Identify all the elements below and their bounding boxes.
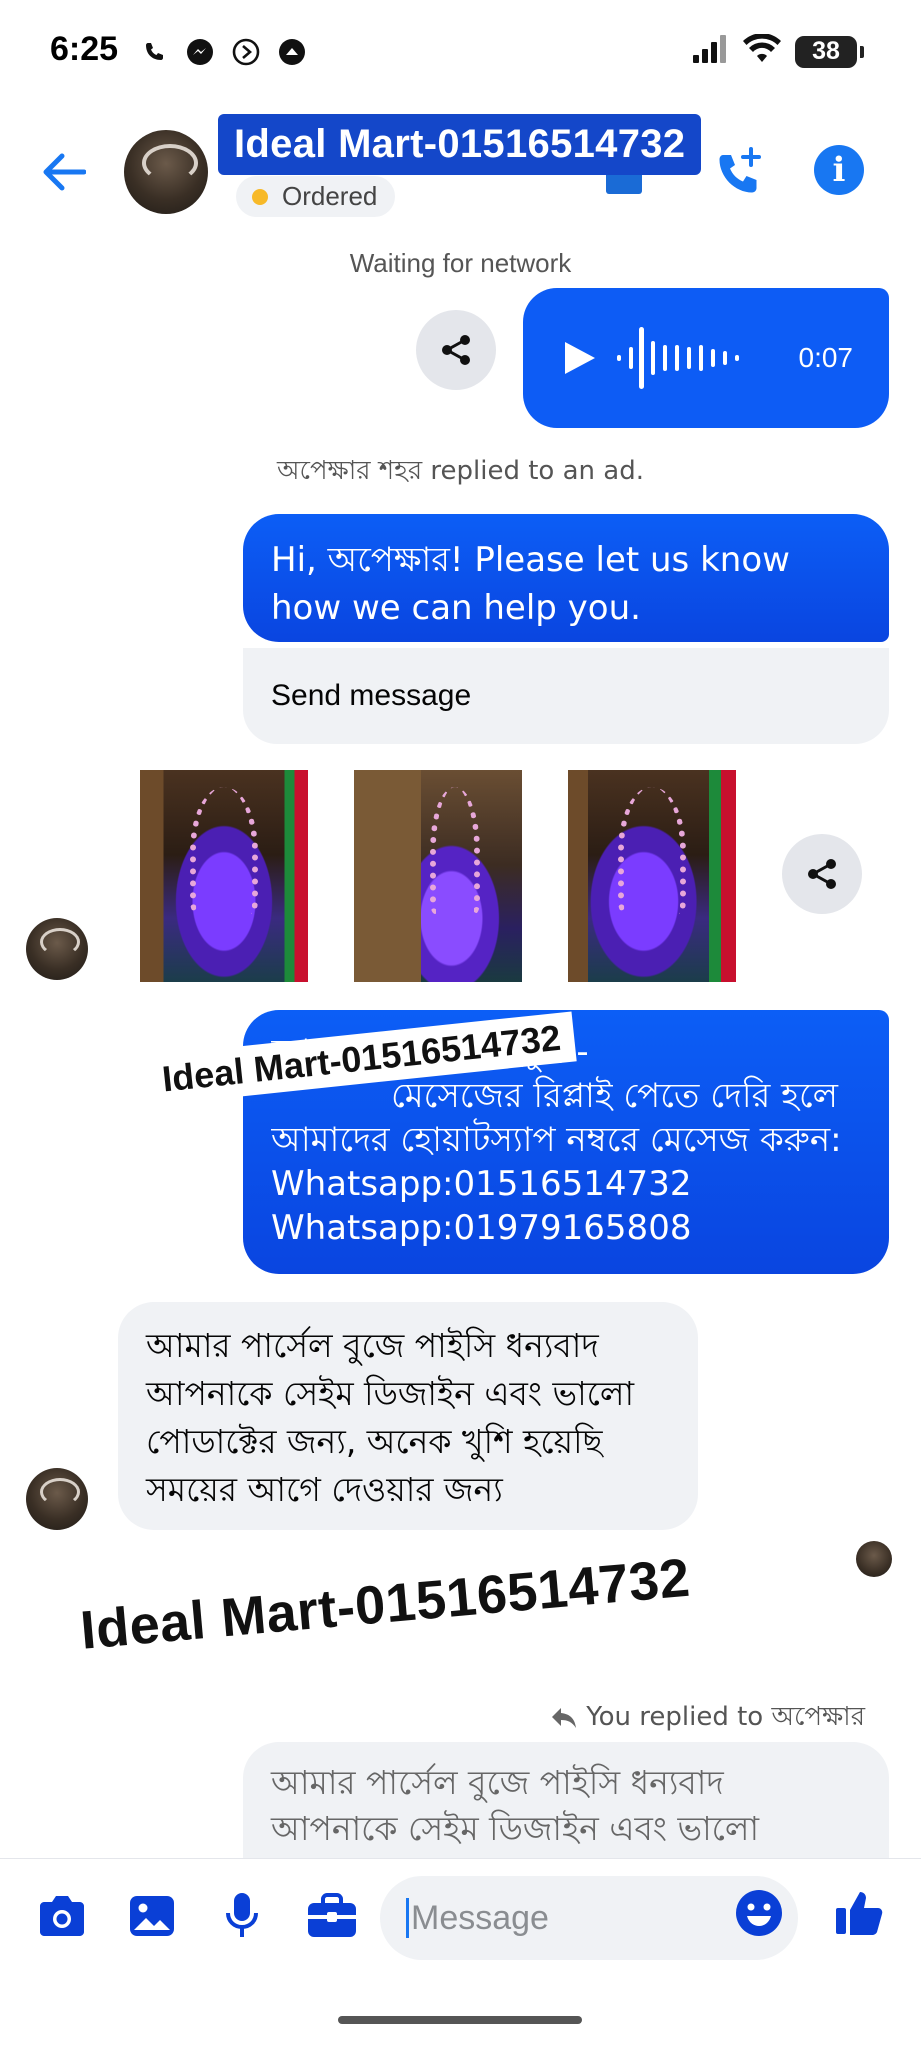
message-line: সময়ের আগে দেওয়ার জন্য: [146, 1470, 503, 1509]
arrow-circle-icon: [230, 36, 262, 68]
like-button[interactable]: [834, 1886, 890, 1942]
reply-indicator: You replied to অপেক্ষার: [550, 1696, 865, 1740]
phone-plus-icon: [719, 147, 761, 193]
message-line: আপনাকে সেইম ডিজাইন এবং ভালো: [146, 1374, 635, 1413]
incoming-message[interactable]: আমার পার্সেল বুজে পাইসি ধন্যবাদ আপনাকে স…: [118, 1302, 698, 1530]
briefcase-icon: [308, 1893, 356, 1937]
camera-button[interactable]: [34, 1888, 90, 1944]
contact-avatar[interactable]: [124, 130, 208, 214]
message-line: আমাদের হোয়াটস্যাপ নম্বরে মেসেজ করুন:: [271, 1120, 842, 1160]
send-message-button[interactable]: Send message: [243, 648, 889, 744]
whatsapp-line: Whatsapp:01516514732: [271, 1164, 692, 1204]
quote-line: আমার পার্সেল বুজে পাইসি ধন্যবাদ: [271, 1763, 724, 1802]
home-indicator[interactable]: [338, 2016, 582, 2024]
photo-2[interactable]: [354, 770, 522, 982]
share-icon: [808, 859, 836, 889]
status-time: 6:25: [50, 30, 119, 68]
emoji-icon: [736, 1890, 782, 1936]
back-button[interactable]: [36, 145, 90, 199]
message-placeholder: Message: [411, 1898, 549, 1937]
share-voice-button[interactable]: [416, 310, 496, 390]
greeting-message[interactable]: Hi, অপেক্ষার! Please let us know how we …: [243, 514, 889, 642]
order-status-badge[interactable]: Ordered: [236, 176, 396, 217]
status-left-icons: [138, 36, 308, 68]
ad-reply-notice: অপেক্ষার শহর replied to an ad.: [277, 456, 644, 486]
conversation-title[interactable]: Ideal Mart-01516514732: [218, 114, 702, 175]
status-right-icons: 38: [693, 33, 864, 69]
back-arrow-icon: [43, 153, 86, 191]
message-line: আমার পার্সেল বুজে পাইসি ধন্যবাদ: [146, 1326, 599, 1365]
battery-icon: 38: [795, 35, 864, 68]
gallery-button[interactable]: [124, 1888, 180, 1944]
whatsapp-line: Whatsapp:01979165808: [271, 1208, 692, 1248]
thumbs-up-icon: [836, 1892, 883, 1935]
emoji-button[interactable]: [734, 1888, 784, 1938]
reply-label: You replied to অপেক্ষার: [586, 1702, 865, 1732]
record-icon: [276, 36, 308, 68]
voice-message[interactable]: 0:07: [523, 288, 889, 428]
network-status: Waiting for network: [349, 248, 572, 278]
reply-quote[interactable]: আমার পার্সেল বুজে পাইসি ধন্যবাদ আপনাকে স…: [243, 1742, 889, 1858]
messenger-icon: [184, 36, 216, 68]
share-icon: [442, 335, 470, 365]
camera-icon: [40, 1896, 84, 1936]
message-line: পোডাক্টের জন্য, অনেক খুশি হয়েছি: [146, 1422, 603, 1461]
send-message-label: Send message: [271, 679, 472, 712]
microphone-icon: [226, 1893, 258, 1937]
avatar[interactable]: [26, 918, 88, 980]
microphone-button[interactable]: [214, 1888, 270, 1944]
phone-icon: [138, 36, 170, 68]
order-status-label: Ordered: [282, 181, 378, 211]
read-receipt-avatar: [856, 1541, 892, 1577]
signal-icon: [693, 35, 729, 68]
watermark-large: Ideal Mart-01516514732: [78, 1547, 693, 1661]
play-icon[interactable]: [559, 338, 599, 378]
briefcase-button[interactable]: [304, 1888, 360, 1944]
info-button[interactable]: i: [814, 145, 864, 195]
voice-duration: 0:07: [798, 342, 854, 373]
photo-1[interactable]: [140, 770, 308, 982]
gallery-icon: [130, 1896, 174, 1936]
share-photos-button[interactable]: [782, 834, 862, 914]
avatar[interactable]: [26, 1468, 88, 1530]
photo-3[interactable]: [568, 770, 736, 982]
text-caret: [406, 1898, 409, 1938]
wifi-icon: [743, 33, 781, 69]
reply-icon: [552, 1708, 577, 1728]
waveform-icon: [617, 327, 739, 389]
status-dot: [252, 188, 268, 205]
add-call-button[interactable]: [706, 140, 772, 206]
quote-line: আপনাকে সেইম ডিজাইন এবং ভালো: [271, 1809, 760, 1848]
